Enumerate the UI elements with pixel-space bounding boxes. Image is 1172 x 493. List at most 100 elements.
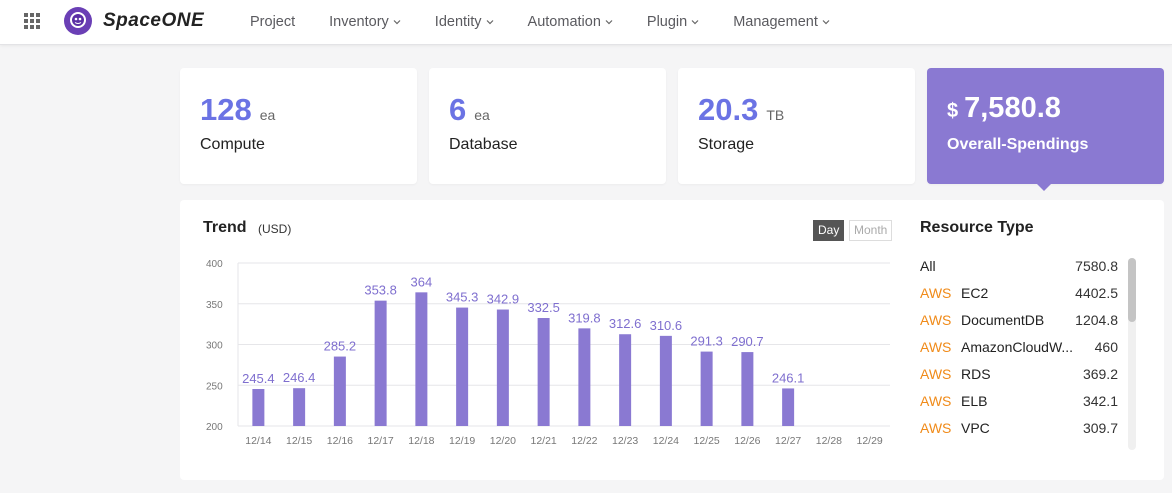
trend-unit: (USD)	[258, 222, 292, 236]
chevron-down-icon	[486, 20, 493, 25]
nav-item-automation[interactable]: Automation	[528, 0, 613, 44]
x-tick-label: 12/22	[571, 435, 597, 447]
resource-row[interactable]: AWS DocumentDB 1204.8	[920, 312, 1118, 339]
nav-item-management[interactable]: Management	[733, 0, 830, 44]
resource-name: EC2	[961, 285, 989, 301]
bar	[659, 335, 672, 426]
app-grid-icon[interactable]	[24, 13, 40, 29]
main-nav: Project Inventory Identity Automation Plugin…	[250, 0, 864, 44]
data-label: 291.3	[690, 334, 723, 349]
nav-item-project[interactable]: Project	[250, 0, 295, 44]
resource-type-title: Resource Type	[920, 219, 1034, 236]
database-card[interactable]: 6 ea Database	[429, 68, 666, 184]
database-unit: ea	[474, 107, 490, 123]
storage-amount: 20.3	[698, 92, 759, 127]
bar	[333, 356, 346, 426]
compute-unit: ea	[259, 107, 276, 123]
chevron-down-icon	[691, 20, 699, 25]
spendings-amount: 7,580.8	[964, 92, 1061, 124]
top-navigation-bar: SpaceONE Project Inventory Identity Automat…	[0, 0, 1172, 45]
bar	[496, 309, 509, 426]
resource-name: ELB	[961, 393, 988, 409]
y-tick-label: 250	[206, 381, 223, 392]
x-tick-label: 12/26	[734, 435, 760, 447]
y-tick-label: 400	[206, 259, 223, 270]
x-tick-label: 12/16	[327, 435, 353, 447]
resource-row[interactable]: AWS VPC 309.7	[920, 420, 1118, 447]
nav-item-label: Management	[733, 14, 818, 30]
chevron-down-icon	[605, 20, 613, 25]
trend-bar-chart: 200 250 300 350 400 245.4 12/14 246.4 12/15 285.2…	[206, 259, 890, 447]
y-tick-label: 200	[206, 422, 223, 433]
compute-card[interactable]: 128 ea Compute	[180, 68, 417, 184]
day-toggle-button[interactable]: Day	[813, 220, 845, 241]
bar	[700, 351, 713, 426]
data-label: 290.7	[731, 334, 764, 349]
y-tick-label: 300	[206, 341, 223, 352]
resource-provider: AWS	[920, 393, 952, 409]
bar	[252, 388, 265, 426]
resource-row[interactable]: AWS RDS 369.2	[920, 366, 1118, 393]
bar	[619, 334, 632, 426]
trend-panel: Trend (USD) Day Month 200 250 300 350 400 245…	[180, 200, 1164, 480]
resource-provider: AWS	[920, 285, 952, 301]
resource-provider: AWS	[920, 312, 952, 328]
storage-label: Storage	[698, 136, 755, 153]
data-label: 246.1	[772, 370, 805, 385]
nav-item-label: Plugin	[646, 14, 688, 30]
bar	[456, 307, 469, 426]
x-tick-label: 12/27	[775, 435, 801, 447]
compute-label: Compute	[200, 136, 265, 153]
nav-item-label: Project	[250, 14, 296, 30]
storage-card[interactable]: 20.3 TB Storage	[678, 68, 915, 184]
compute-count: 128	[200, 92, 252, 127]
month-toggle-button[interactable]: Month	[849, 220, 893, 241]
brand-name[interactable]: SpaceONE	[103, 10, 204, 32]
x-tick-label: 12/23	[612, 435, 638, 447]
nav-item-plugin[interactable]: Plugin	[647, 0, 699, 44]
spendings-label: Overall-Spendings	[947, 136, 1089, 153]
chevron-down-icon	[393, 20, 401, 25]
data-label: 353.8	[364, 283, 397, 298]
nav-item-identity[interactable]: Identity	[435, 0, 494, 44]
resource-value: 309.7	[1082, 420, 1118, 436]
bar	[415, 292, 428, 426]
nav-item-inventory[interactable]: Inventory	[329, 0, 401, 44]
x-tick-label: 12/18	[408, 435, 434, 447]
data-label: 332.5	[527, 300, 560, 315]
resource-provider: AWS	[920, 339, 952, 355]
data-label: 319.8	[568, 310, 601, 325]
x-tick-label: 12/24	[653, 435, 679, 447]
resource-row-all[interactable]: All 7580.8	[920, 258, 1118, 285]
data-label: 345.3	[446, 290, 479, 305]
storage-unit: TB	[766, 107, 785, 123]
resource-provider: AWS	[920, 420, 952, 436]
data-label: 285.2	[324, 339, 357, 354]
resource-name: DocumentDB	[961, 312, 1045, 328]
resource-row[interactable]: AWS ELB 342.1	[920, 393, 1118, 420]
resource-name: VPC	[961, 420, 990, 436]
x-tick-label: 12/25	[693, 435, 719, 447]
overall-spendings-card[interactable]: $7,580.8 Overall-Spendings	[927, 68, 1164, 184]
data-label: 364	[411, 274, 433, 289]
bar	[782, 388, 795, 426]
resource-row[interactable]: AWS AmazonCloudW... 460	[920, 339, 1118, 366]
resource-scrollbar-thumb[interactable]	[1128, 258, 1136, 322]
x-tick-label: 12/14	[245, 435, 271, 447]
nav-item-label: Inventory	[329, 14, 389, 30]
bar	[578, 328, 591, 426]
resource-type-list: All 7580.8 AWS EC2 4402.5 AWS DocumentDB 1204…	[920, 258, 1118, 447]
resource-name: AmazonCloudW...	[961, 339, 1074, 355]
database-count: 6	[449, 92, 467, 127]
data-label: 245.4	[242, 371, 275, 386]
bar	[537, 318, 550, 426]
resource-all-label: All	[920, 258, 936, 274]
resource-row[interactable]: AWS EC2 4402.5	[920, 285, 1118, 312]
spaceone-logo-icon[interactable]	[63, 6, 93, 36]
x-tick-label: 12/28	[816, 435, 842, 447]
x-tick-label: 12/29	[856, 435, 882, 447]
currency-symbol: $	[947, 100, 959, 122]
resource-value: 369.2	[1082, 366, 1118, 382]
x-tick-label: 12/21	[530, 435, 556, 447]
data-label: 310.6	[650, 318, 683, 333]
